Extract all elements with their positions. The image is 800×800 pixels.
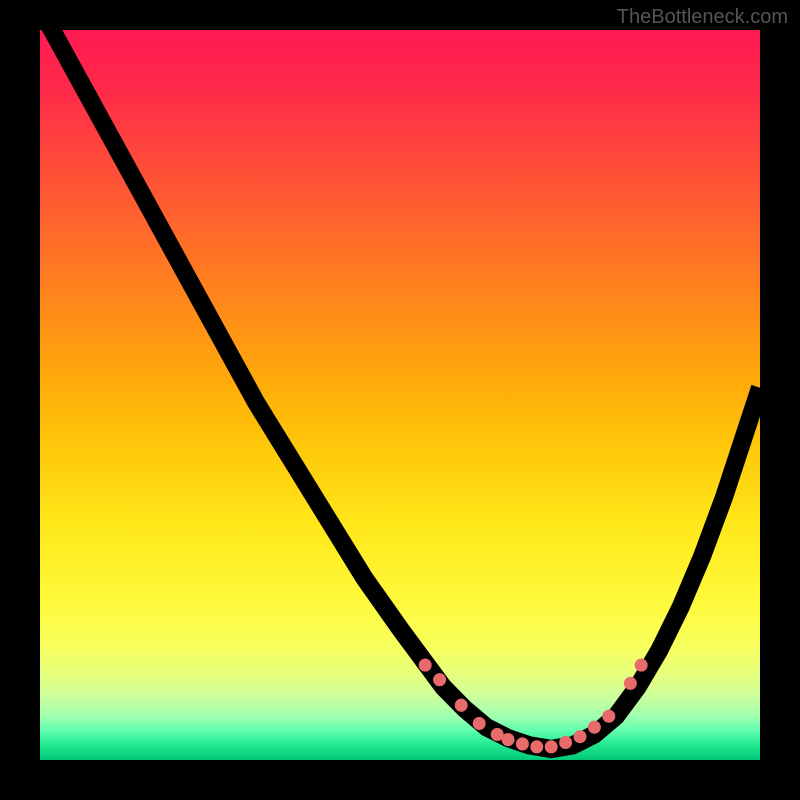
data-point (419, 659, 432, 672)
data-point (559, 736, 572, 749)
data-point (624, 677, 637, 690)
data-point (530, 740, 543, 753)
plot-area (40, 30, 760, 760)
data-point (516, 737, 529, 750)
data-point (502, 733, 515, 746)
bottleneck-curve (40, 30, 760, 749)
data-point (635, 659, 648, 672)
data-point (574, 730, 587, 743)
data-point (455, 699, 468, 712)
watermark-text: TheBottleneck.com (617, 6, 788, 29)
data-point (433, 673, 446, 686)
data-point (473, 717, 486, 730)
data-point (602, 710, 615, 723)
chart-svg (40, 30, 760, 760)
data-point (545, 740, 558, 753)
data-point (588, 721, 601, 734)
